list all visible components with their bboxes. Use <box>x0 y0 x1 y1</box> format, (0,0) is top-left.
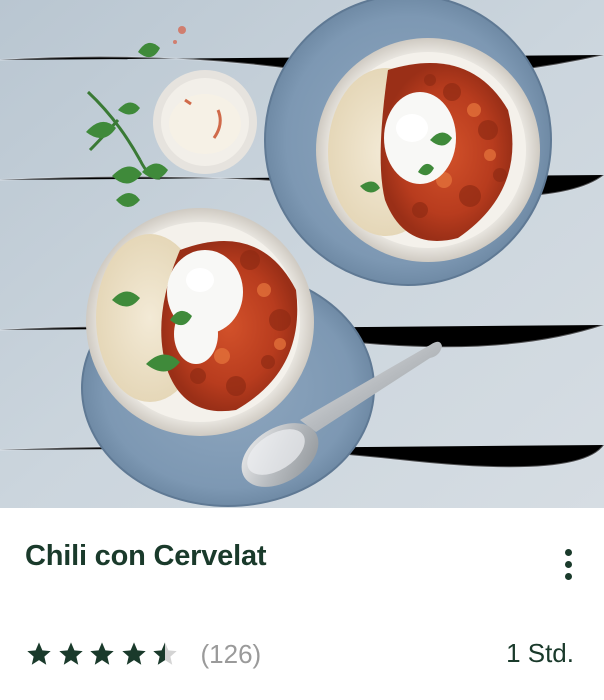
recipe-card[interactable]: Chili con Cervelat (126) 1 Std. <box>0 0 604 700</box>
star-icon <box>90 642 114 665</box>
cooking-duration: 1 Std. <box>506 638 574 668</box>
recipe-photo[interactable] <box>0 0 604 508</box>
more-options-button[interactable] <box>552 544 584 584</box>
rating-stars <box>25 640 183 668</box>
rating-count: (126) <box>200 638 262 669</box>
star-icon <box>58 642 83 665</box>
more-vertical-icon <box>564 548 572 556</box>
rating: (126) <box>25 634 261 674</box>
star-icon <box>121 642 146 665</box>
star-half-icon <box>153 642 177 665</box>
recipe-title[interactable]: Chili con Cervelat <box>25 540 267 573</box>
star-icon <box>27 642 51 665</box>
